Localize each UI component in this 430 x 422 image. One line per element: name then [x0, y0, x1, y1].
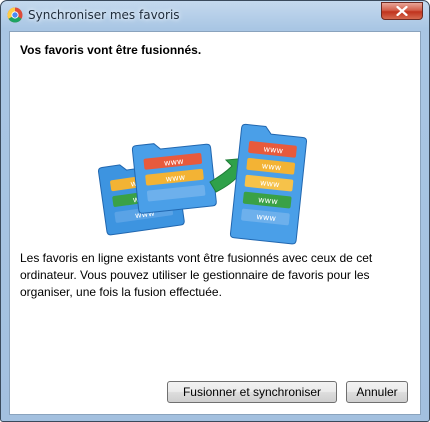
- dialog-heading: Vos favoris vont être fusionnés.: [20, 43, 202, 57]
- window-title: Synchroniser mes favoris: [28, 8, 180, 22]
- title-bar[interactable]: Synchroniser mes favoris: [1, 1, 429, 31]
- bookmark-folder-merged: www www www www www: [229, 123, 308, 245]
- close-button[interactable]: [381, 2, 423, 20]
- dialog-window: Synchroniser mes favoris Vos favoris von…: [0, 0, 430, 422]
- dialog-content: Vos favoris vont être fusionnés. www www…: [9, 31, 421, 415]
- chrome-icon: [7, 7, 23, 23]
- bookmark-folder-front: www www: [131, 143, 217, 214]
- bookmarks-merge-illustration: www www www www www www www www: [97, 123, 308, 245]
- dialog-message: Les favoris en ligne existants vont être…: [20, 251, 373, 299]
- merge-and-sync-button[interactable]: Fusionner et synchroniser: [167, 381, 337, 403]
- cancel-button[interactable]: Annuler: [346, 381, 408, 403]
- close-icon: [396, 6, 408, 16]
